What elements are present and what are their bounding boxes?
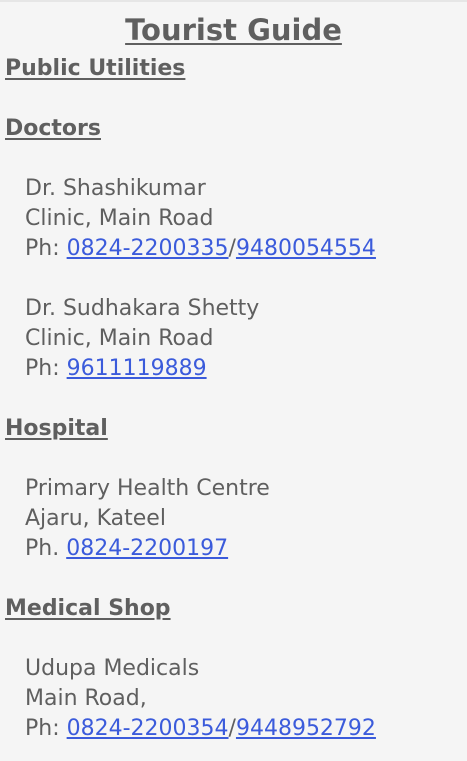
medical-shop-1-phone-row: Ph: 0824-2200354/9448952792	[25, 714, 376, 744]
doctor-1-name: Dr. Shashikumar	[25, 176, 206, 201]
phone-prefix: Ph.	[25, 536, 67, 561]
phone-link[interactable]: 0824-2200335	[67, 236, 229, 261]
doctor-2-address: Clinic, Main Road	[25, 326, 214, 351]
hospital-1-phone-row: Ph. 0824-2200197	[25, 534, 228, 564]
medical-shop-1-name: Udupa Medicals	[25, 656, 200, 681]
section-heading-medical-shop: Medical Shop	[5, 596, 171, 621]
phone-link[interactable]: 0824-2200354	[67, 716, 229, 741]
doctor-2-phone-row: Ph: 9611119889	[25, 354, 207, 384]
phone-prefix: Ph:	[25, 236, 67, 261]
phone-separator: /	[228, 716, 236, 741]
phone-link[interactable]: 0824-2200197	[66, 536, 228, 561]
phone-link[interactable]: 9480054554	[236, 236, 376, 261]
top-border	[0, 0, 467, 2]
phone-link[interactable]: 9448952792	[236, 716, 376, 741]
section-heading-doctors: Doctors	[5, 116, 101, 141]
phone-prefix: Ph:	[25, 716, 67, 741]
doctor-1-phone-row: Ph: 0824-2200335/9480054554	[25, 234, 376, 264]
section-heading-public-utilities: Public Utilities	[5, 56, 186, 81]
doctor-1-address: Clinic, Main Road	[25, 206, 214, 231]
hospital-1-address: Ajaru, Kateel	[25, 506, 166, 531]
section-heading-hospital: Hospital	[5, 416, 108, 441]
hospital-1-name: Primary Health Centre	[25, 476, 270, 501]
phone-prefix: Ph:	[25, 356, 67, 381]
doctor-2-name: Dr. Sudhakara Shetty	[25, 296, 260, 321]
page-title: Tourist Guide	[125, 13, 342, 47]
medical-shop-1-address: Main Road,	[25, 686, 147, 711]
phone-link[interactable]: 9611119889	[67, 356, 207, 381]
phone-separator: /	[228, 236, 236, 261]
